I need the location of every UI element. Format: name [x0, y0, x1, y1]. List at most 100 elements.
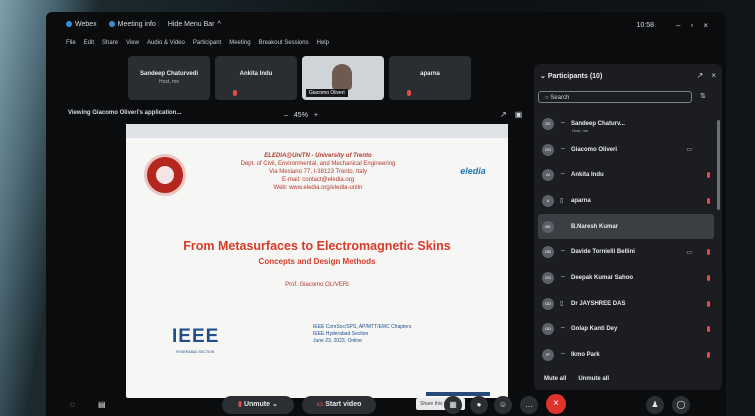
- meeting-info-button[interactable]: Meeting info: [108, 20, 156, 28]
- unmute-button[interactable]: ▮ Unmute ⌄: [222, 396, 294, 414]
- participant-list: SC ⌔ Sandeep Chaturv... Host, me GO ⌔ Gi…: [538, 111, 714, 368]
- video-thumbnails: Sandeep Chaturvedi Host, me Ankita Indu …: [128, 56, 471, 100]
- unmute-all-button[interactable]: Unmute all: [578, 376, 609, 382]
- apps-icon[interactable]: ▦: [444, 396, 462, 414]
- muted-mic-icon: [233, 90, 237, 96]
- menu-meeting[interactable]: Meeting: [229, 40, 250, 46]
- zoom-level: 45%: [293, 112, 308, 119]
- device-icon: ▯: [560, 198, 564, 205]
- thumbnail-name: Sandeep Chaturvedi: [139, 71, 198, 77]
- chevron-down-icon: ⌄: [540, 73, 548, 80]
- list-item[interactable]: A ▯ aparna: [538, 188, 714, 214]
- participant-name: Deepak Kumar Sahoo: [571, 274, 634, 281]
- participants-title[interactable]: ⌄ Participants (10): [540, 72, 602, 80]
- muted-mic-icon: [407, 90, 411, 96]
- list-item[interactable]: DS ⌔ Deepak Kumar Sahoo: [538, 265, 714, 291]
- seal-center: [156, 166, 174, 184]
- muted-mic-icon: [707, 274, 710, 281]
- hide-menu-bar-button[interactable]: Hide Menu Bar ^: [168, 21, 221, 28]
- muted-mic-icon: [707, 300, 710, 307]
- menu-share[interactable]: Share: [102, 40, 118, 46]
- affiliation-block: ELEDIA@UniTN - University of Trento Dept…: [218, 152, 418, 192]
- sort-icon[interactable]: ⇅: [700, 92, 706, 100]
- meeting-info-label: Meeting info: [117, 20, 156, 28]
- list-item[interactable]: DD ▯ Dr JAYSHREE DAS: [538, 291, 714, 317]
- minimize-icon[interactable]: –: [676, 21, 680, 30]
- avatar: DB: [542, 246, 554, 259]
- slide-toolbar: [126, 124, 508, 138]
- muted-mic-icon: [707, 326, 710, 333]
- participants-icon[interactable]: ♟: [646, 396, 664, 414]
- signal-icon: ⌔: [560, 275, 566, 282]
- list-item[interactable]: AI ⌔ Ankita Indu: [538, 162, 714, 188]
- slide-author: Prof. Giacomo OLIVERI: [285, 282, 349, 288]
- thumbnail-giacomo[interactable]: Giacomo Oliveri: [302, 56, 384, 100]
- mute-controls: Mute all Unmute all: [544, 376, 609, 382]
- participant-name: Dr JAYSHREE DAS: [571, 300, 626, 307]
- more-options-icon[interactable]: …: [520, 396, 538, 414]
- zoom-out-icon[interactable]: –: [284, 112, 288, 119]
- list-item[interactable]: GO ⌔ Giacomo Oliveri ▭: [538, 137, 714, 163]
- end-call-icon[interactable]: ×: [546, 394, 566, 414]
- layout-icon[interactable]: ▣: [515, 110, 523, 119]
- department: Dept. of Civil, Environmental, and Mecha…: [240, 161, 396, 167]
- menu-edit[interactable]: Edit: [84, 40, 94, 46]
- zoom-in-icon[interactable]: +: [314, 112, 318, 119]
- thumbnail-name: Ankita Indu: [239, 71, 273, 77]
- avatar: SC: [542, 117, 554, 130]
- avatar: GO: [542, 143, 554, 156]
- menu-file[interactable]: File: [66, 40, 76, 46]
- pop-out-icon[interactable]: ↗: [500, 110, 507, 119]
- view-options: ↗ ▣: [500, 110, 522, 119]
- menu-breakout[interactable]: Breakout Sessions: [259, 40, 309, 46]
- event-info: IEEE ComSoc/SPS, AP/MTT/EMC Chapters IEE…: [313, 324, 411, 345]
- participant-name: B.Naresh Kumar: [571, 223, 619, 230]
- close-icon[interactable]: ×: [703, 21, 708, 30]
- shared-slide: ELEDIA@UniTN - University of Trento Dept…: [126, 124, 508, 398]
- address: Via Mesiano 77, I-38123 Trento, Italy: [269, 169, 367, 175]
- thumbnail-sandeep[interactable]: Sandeep Chaturvedi Host, me: [128, 56, 210, 100]
- record-icon[interactable]: ●: [470, 396, 488, 414]
- participant-name: Ankita Indu: [571, 172, 604, 179]
- menu-help[interactable]: Help: [317, 40, 329, 46]
- avatar: BK: [542, 220, 554, 233]
- close-icon[interactable]: ×: [711, 71, 716, 80]
- participant-name: Golap Kanti Dey: [571, 326, 618, 333]
- pop-out-icon[interactable]: ↗: [697, 71, 704, 80]
- menu-participant[interactable]: Participant: [193, 40, 221, 46]
- participants-panel: ⌄ Participants (10) ↗ × ○ Search ⇅ SC ⌔ …: [534, 64, 722, 390]
- captions-icon[interactable]: ◌: [70, 400, 75, 409]
- list-item[interactable]: SC ⌔ Sandeep Chaturv... Host, me: [538, 111, 714, 137]
- thumbnail-ankita[interactable]: Ankita Indu: [215, 56, 297, 100]
- signal-icon: ⌔: [560, 250, 566, 257]
- chat-icon[interactable]: ◯: [672, 396, 690, 414]
- participant-search-input[interactable]: ○ Search: [538, 91, 692, 103]
- list-item[interactable]: BK B.Naresh Kumar: [538, 213, 714, 240]
- ieee-logo: IEEE: [172, 326, 220, 347]
- avatar: A: [542, 194, 554, 207]
- webex-window: Webex Meeting info Hide Menu Bar ^ 10:58 …: [46, 12, 726, 416]
- app-title: Webex: [66, 21, 97, 28]
- menu-audio-video[interactable]: Audio & Video: [147, 40, 185, 46]
- list-item[interactable]: GD ⌔ Golap Kanti Dey: [538, 317, 714, 343]
- participant-name: Giacomo Oliveri: [571, 146, 618, 153]
- thumbnail-role: Host, me: [158, 79, 179, 85]
- menu-view[interactable]: View: [126, 40, 139, 46]
- scrollbar[interactable]: [717, 120, 720, 210]
- start-video-button[interactable]: ▭ Start video: [302, 396, 376, 414]
- event-chapters: IEEE ComSoc/SPS, AP/MTT/EMC Chapters: [313, 324, 412, 330]
- viewing-label: Viewing Giacomo Oliveri's application...: [68, 110, 182, 116]
- email: E-mail: contact@eledia.org: [281, 177, 355, 183]
- reactions-icon[interactable]: ▤: [98, 400, 106, 409]
- website: Web: www.eledia.org/eledia-unitn: [273, 185, 363, 191]
- participants-count: Participants (10): [547, 73, 603, 80]
- restore-icon[interactable]: ▫: [690, 21, 693, 30]
- thumbnail-aparna[interactable]: aparna: [389, 56, 471, 100]
- list-item[interactable]: DB ⌔ Davide Tornielli Bellini ▭: [538, 239, 714, 265]
- reactions-button-icon[interactable]: ☺: [494, 396, 512, 414]
- list-item[interactable]: IP ⌔ Ikmo Park: [538, 342, 714, 368]
- avatar: GD: [542, 323, 554, 336]
- title-bar: Webex Meeting info Hide Menu Bar ^: [46, 12, 726, 36]
- panel-controls: ↗ ×: [697, 71, 716, 80]
- mute-all-button[interactable]: Mute all: [544, 376, 566, 382]
